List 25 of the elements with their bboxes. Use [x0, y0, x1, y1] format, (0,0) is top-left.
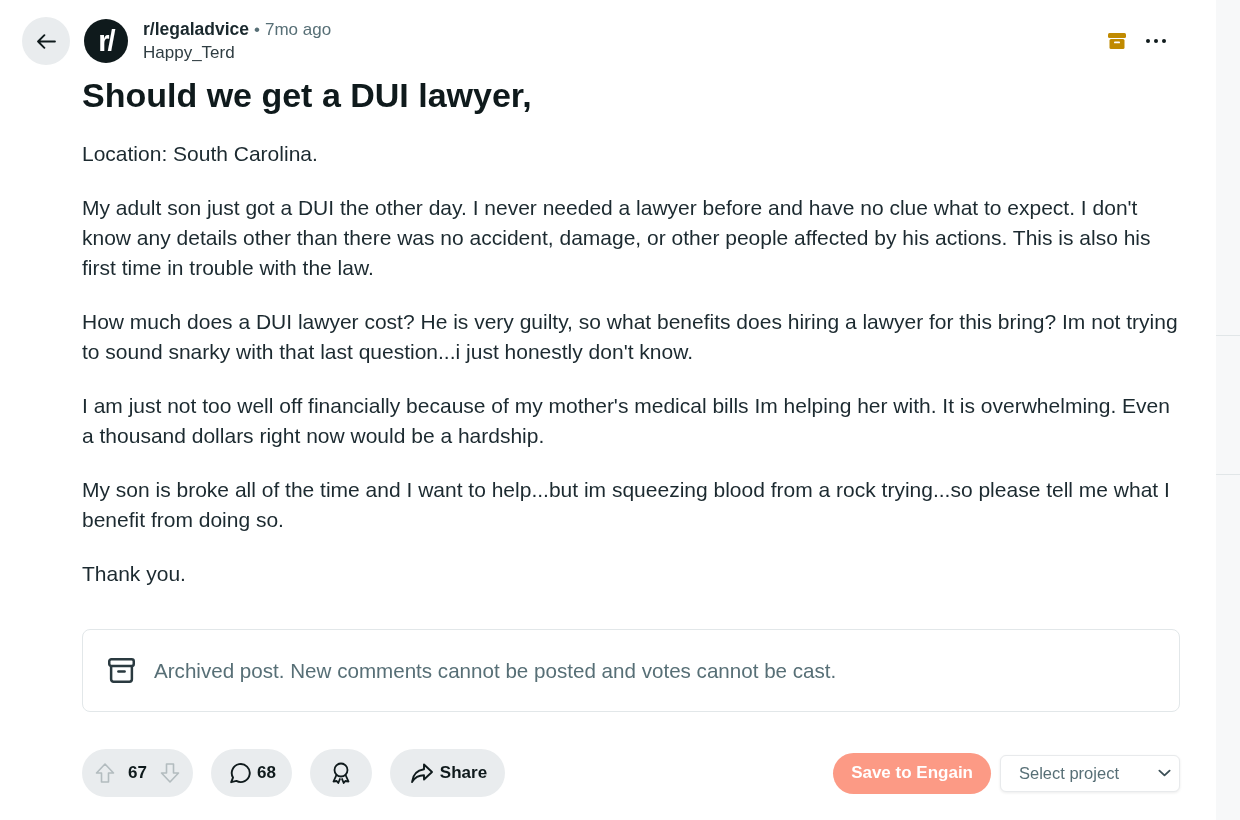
post-title: Should we get a DUI lawyer,: [82, 75, 533, 115]
share-button[interactable]: Share: [389, 749, 506, 797]
separator-dot: •: [254, 19, 260, 41]
author-link[interactable]: Happy_Terd: [143, 41, 235, 64]
post-paragraph: My son is broke all of the time and I want to help...but im squeezing blood from a rock trying...so please tell me what I benefit from doing so.: [82, 477, 1171, 533]
subreddit-link[interactable]: r/legaladvice: [143, 18, 250, 41]
ellipsis-icon[interactable]: [1146, 39, 1166, 43]
share-arrow-icon: [409, 762, 434, 784]
post-paragraph: I am just not too well off financially because of my mother's medical bills Im helping her with. It is overwhelming. Even a thousand dollars right now would be a hardship.: [82, 393, 1171, 449]
post-paragraph: How much does a DUI lawyer cost? He is very guilty, so what benefits does hiring a lawyer for this bring? Im not trying to sound snarky with that last question...i just honestly don't know.: [82, 309, 1179, 365]
chevron-down-icon: [1158, 769, 1171, 777]
archive-box-icon: [108, 658, 135, 683]
speech-bubble-icon: [228, 762, 251, 784]
award-button[interactable]: [309, 749, 372, 797]
project-select[interactable]: Select project: [1000, 754, 1180, 792]
arrow-left-icon: [36, 33, 56, 49]
post-paragraph: My adult son just got a DUI the other day. I never needed a lawyer before and have no clue what to expect. I don't know any details other than there was no accident, damage, or other people affected by his actions. This is also his first time in trouble with the law.: [82, 195, 1152, 281]
post-paragraph: Location: South Carolina.: [82, 141, 319, 167]
vote-count: 67: [128, 763, 147, 783]
post-time: 7mo ago: [265, 19, 332, 41]
comments-button[interactable]: 68: [210, 749, 292, 797]
archived-notice-text: Archived post. New comments cannot be posted and votes cannot be cast.: [154, 658, 837, 683]
subreddit-logo: r/: [84, 19, 128, 63]
back-button[interactable]: [22, 17, 70, 65]
post-paragraph: Thank you.: [82, 561, 187, 587]
